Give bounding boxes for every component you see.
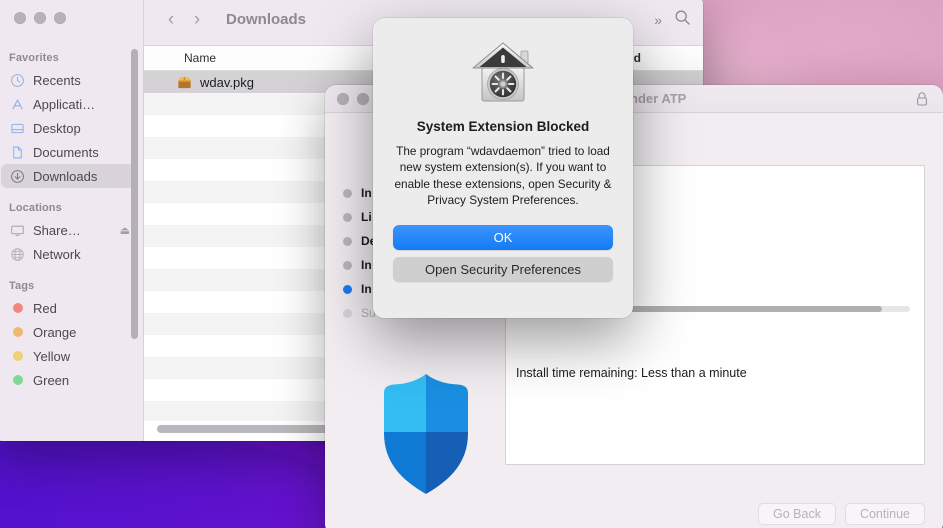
step-bullet-icon <box>343 188 352 198</box>
sidebar-item-network[interactable]: Network <box>1 242 134 266</box>
sidebar-tag-green[interactable]: Green <box>1 368 134 392</box>
globe-icon <box>9 246 26 263</box>
sidebar-tag-yellow[interactable]: Yellow <box>1 344 134 368</box>
sidebar-item-label: Downloads <box>33 168 98 184</box>
step-bullet-icon <box>343 308 352 318</box>
close-button[interactable] <box>337 92 349 105</box>
file-name: wdav.pkg <box>200 74 254 90</box>
sidebar-section-locations: Locations <box>9 202 62 214</box>
forward-button[interactable]: › <box>184 9 210 31</box>
sidebar-item-recents[interactable]: Recents <box>1 68 134 92</box>
sidebar-item-downloads[interactable]: Downloads <box>1 164 134 188</box>
step-bullet-icon <box>343 260 352 270</box>
applications-icon <box>9 96 26 113</box>
sidebar-tag-orange[interactable]: Orange <box>1 320 134 344</box>
sidebar-item-label: Red <box>33 300 57 316</box>
sidebar-scrollbar[interactable] <box>131 49 138 339</box>
desktop-icon <box>9 120 26 137</box>
dialog-message: The program “wdavdaemon” tried to load n… <box>394 144 612 207</box>
sidebar-item-applications[interactable]: Applicati… <box>1 92 134 116</box>
step-label: Li <box>361 210 372 224</box>
sidebar-item-documents[interactable]: Documents <box>1 140 134 164</box>
close-button[interactable] <box>14 12 26 24</box>
step-label: In <box>361 186 372 200</box>
clock-icon <box>9 72 26 89</box>
sidebar-item-label: Share… <box>33 222 81 238</box>
step-bullet-icon <box>343 284 352 294</box>
minimize-button[interactable] <box>357 92 369 105</box>
install-time-remaining: Install time remaining: Less than a minu… <box>516 366 747 380</box>
finder-traffic-lights[interactable] <box>14 12 66 24</box>
continue-button[interactable]: Continue <box>844 503 925 525</box>
sidebar-item-desktop[interactable]: Desktop <box>1 116 134 140</box>
tag-dot-icon <box>13 375 23 385</box>
downloads-icon <box>9 168 26 185</box>
dialog-buttons: OK Open Security Preferences <box>393 225 613 283</box>
sidebar-item-label: Desktop <box>33 120 81 136</box>
step-label: In <box>361 282 372 296</box>
minimize-button[interactable] <box>34 12 46 24</box>
step-label: In <box>361 258 372 272</box>
column-header-name[interactable]: Name <box>184 51 216 65</box>
finder-path-title: Downloads <box>226 11 307 28</box>
display-icon <box>9 222 26 239</box>
ok-button[interactable]: OK <box>393 225 613 251</box>
document-icon <box>9 144 26 161</box>
package-icon <box>176 74 193 91</box>
sidebar-item-label: Network <box>33 246 81 262</box>
sidebar-item-label: Orange <box>33 324 77 340</box>
tag-dot-icon <box>13 351 23 361</box>
sidebar-section-favorites: Favorites <box>9 52 59 64</box>
go-back-button[interactable]: Go Back <box>758 503 836 525</box>
sidebar-tag-red[interactable]: Red <box>1 296 134 320</box>
back-button[interactable]: ‹ <box>158 9 184 31</box>
defender-shield-icon <box>371 370 481 503</box>
finder-sidebar: Favorites Recents Applicati… Desktop Doc… <box>0 0 144 441</box>
search-icon[interactable] <box>674 9 691 31</box>
tag-dot-icon <box>13 327 23 337</box>
open-security-preferences-button[interactable]: Open Security Preferences <box>393 257 613 283</box>
tag-dot-icon <box>13 303 23 313</box>
installer-footer: Go Back Continue <box>758 503 925 525</box>
step-bullet-icon <box>343 212 352 222</box>
lock-icon[interactable] <box>915 91 929 112</box>
sidebar-item-label: Recents <box>33 72 81 88</box>
toolbar-right-group: » <box>654 9 691 31</box>
security-privacy-house-safe-icon <box>467 37 539 109</box>
dialog-title: System Extension Blocked <box>416 119 590 134</box>
system-extension-blocked-dialog[interactable]: System Extension Blocked The program “wd… <box>373 18 633 318</box>
sidebar-item-label: Applicati… <box>33 96 96 112</box>
zoom-button[interactable] <box>54 12 66 24</box>
desktop: Favorites Recents Applicati… Desktop Doc… <box>0 0 943 528</box>
sidebar-item-label: Green <box>33 372 70 388</box>
sidebar-item-shared[interactable]: Share… ⏏ <box>1 218 134 242</box>
chevron-double-right-icon[interactable]: » <box>654 12 662 28</box>
sidebar-item-label: Documents <box>33 144 99 160</box>
eject-icon[interactable]: ⏏ <box>120 224 130 237</box>
sidebar-item-label: Yellow <box>33 348 71 364</box>
sidebar-section-tags: Tags <box>9 280 35 292</box>
step-bullet-icon <box>343 236 352 246</box>
